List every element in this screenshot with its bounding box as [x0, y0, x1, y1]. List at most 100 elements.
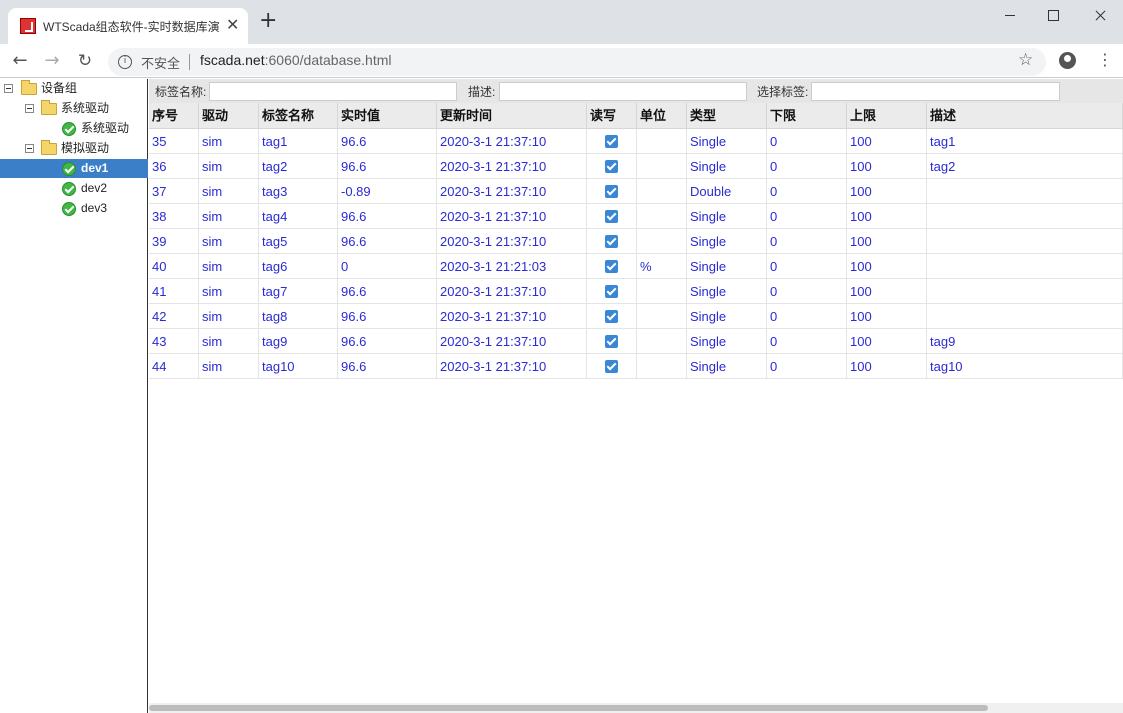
- url-text[interactable]: fscada.net:6060/database.html: [200, 52, 391, 68]
- tree-device-system[interactable]: 系统驱动: [0, 119, 148, 138]
- col-index-header[interactable]: 序号: [149, 103, 199, 129]
- col-description-cell: [927, 304, 1123, 329]
- tree-group-sim[interactable]: 模拟驱动: [0, 139, 148, 158]
- readwrite-checkbox[interactable]: [605, 260, 618, 273]
- collapse-icon[interactable]: [4, 84, 13, 93]
- col-readwrite-cell[interactable]: [587, 179, 637, 204]
- col-index-cell: 43: [149, 329, 199, 354]
- col-tag-name-cell: tag8: [259, 304, 338, 329]
- col-readwrite-cell[interactable]: [587, 129, 637, 154]
- tree-device-label: dev1: [81, 161, 109, 175]
- tree-root[interactable]: 设备组: [0, 79, 148, 98]
- readwrite-checkbox[interactable]: [605, 285, 618, 298]
- col-index-cell: 40: [149, 254, 199, 279]
- col-readwrite-cell[interactable]: [587, 329, 637, 354]
- table-row[interactable]: 35 sim tag1 96.6 2020-3-1 21:37:10 Single 0 100…: [149, 129, 1123, 154]
- col-low-limit-cell: 0: [767, 329, 847, 354]
- tree-device-label: dev2: [81, 181, 108, 195]
- menu-dots-icon[interactable]: ⋮: [1097, 50, 1113, 70]
- col-update-time-cell: 2020-3-1 21:37:10: [437, 154, 587, 179]
- col-description-cell: [927, 179, 1123, 204]
- col-unit-header[interactable]: 单位: [637, 103, 687, 129]
- table-row[interactable]: 42 sim tag8 96.6 2020-3-1 21:37:10 Single 0 100: [149, 304, 1123, 329]
- new-tab-button[interactable]: +: [259, 10, 277, 32]
- table-row[interactable]: 36 sim tag2 96.6 2020-3-1 21:37:10 Single 0 100…: [149, 154, 1123, 179]
- readwrite-checkbox[interactable]: [605, 135, 618, 148]
- horizontal-scrollbar[interactable]: [149, 703, 1123, 713]
- col-value-cell: -0.89: [338, 179, 437, 204]
- col-index-cell: 38: [149, 204, 199, 229]
- col-description-cell: tag2: [927, 154, 1123, 179]
- tree-group-system[interactable]: 系统驱动: [0, 99, 148, 118]
- readwrite-checkbox[interactable]: [605, 335, 618, 348]
- tree-device-dev1[interactable]: dev1: [0, 159, 148, 178]
- insecure-label[interactable]: 不安全: [141, 53, 180, 72]
- col-type-header[interactable]: 类型: [687, 103, 767, 129]
- collapse-icon[interactable]: [25, 104, 34, 113]
- desc-filter-input[interactable]: [499, 82, 747, 101]
- table-row[interactable]: 38 sim tag4 96.6 2020-3-1 21:37:10 Single 0 100: [149, 204, 1123, 229]
- readwrite-checkbox[interactable]: [605, 160, 618, 173]
- folder-icon: [41, 140, 57, 155]
- col-high-limit-header[interactable]: 上限: [847, 103, 927, 129]
- readwrite-checkbox[interactable]: [605, 235, 618, 248]
- forward-arrow-icon[interactable]: →: [40, 49, 64, 73]
- col-tag-name-cell: tag6: [259, 254, 338, 279]
- col-high-limit-cell: 100: [847, 329, 927, 354]
- col-readwrite-header[interactable]: 读写: [587, 103, 637, 129]
- readwrite-checkbox[interactable]: [605, 185, 618, 198]
- col-readwrite-cell[interactable]: [587, 154, 637, 179]
- tree-device-dev3[interactable]: dev3: [0, 199, 148, 218]
- col-value-header[interactable]: 实时值: [338, 103, 437, 129]
- col-description-cell: [927, 279, 1123, 304]
- table-row[interactable]: 37 sim tag3 -0.89 2020-3-1 21:37:10 Double 0 10…: [149, 179, 1123, 204]
- col-low-limit-header[interactable]: 下限: [767, 103, 847, 129]
- table-row[interactable]: 44 sim tag10 96.6 2020-3-1 21:37:10 Single 0 10…: [149, 354, 1123, 379]
- readwrite-checkbox[interactable]: [605, 360, 618, 373]
- col-description-header[interactable]: 描述: [927, 103, 1123, 129]
- col-readwrite-cell[interactable]: [587, 279, 637, 304]
- col-readwrite-cell[interactable]: [587, 204, 637, 229]
- col-update-time-header[interactable]: 更新时间: [437, 103, 587, 129]
- profile-icon[interactable]: [1059, 52, 1076, 69]
- readwrite-checkbox[interactable]: [605, 210, 618, 223]
- tab-close-icon[interactable]: ✕: [226, 15, 239, 34]
- col-readwrite-cell[interactable]: [587, 254, 637, 279]
- table-row[interactable]: 43 sim tag9 96.6 2020-3-1 21:37:10 Single 0 100…: [149, 329, 1123, 354]
- readwrite-checkbox[interactable]: [605, 310, 618, 323]
- minimize-button[interactable]: [987, 0, 1033, 30]
- col-tag-name-cell: tag9: [259, 329, 338, 354]
- col-driver-header[interactable]: 驱动: [199, 103, 259, 129]
- col-update-time-cell: 2020-3-1 21:37:10: [437, 304, 587, 329]
- table-row[interactable]: 41 sim tag7 96.6 2020-3-1 21:37:10 Single 0 100: [149, 279, 1123, 304]
- col-readwrite-cell[interactable]: [587, 354, 637, 379]
- col-value-cell: 96.6: [338, 354, 437, 379]
- tree-device-dev2[interactable]: dev2: [0, 179, 148, 198]
- collapse-icon[interactable]: [25, 144, 34, 153]
- browser-tab[interactable]: WTScada组态软件-实时数据库演 ✕: [8, 8, 248, 44]
- select-tag-filter-input[interactable]: [811, 82, 1060, 101]
- col-unit-cell: [637, 179, 687, 204]
- col-readwrite-cell[interactable]: [587, 304, 637, 329]
- table-row[interactable]: 39 sim tag5 96.6 2020-3-1 21:37:10 Single 0 100: [149, 229, 1123, 254]
- app-favicon-icon: [20, 18, 36, 34]
- maximize-button[interactable]: [1030, 0, 1076, 30]
- col-readwrite-cell[interactable]: [587, 229, 637, 254]
- table-row[interactable]: 40 sim tag6 0 2020-3-1 21:21:03% Single 0 100: [149, 254, 1123, 279]
- col-value-cell: 96.6: [338, 304, 437, 329]
- info-icon[interactable]: i: [118, 55, 132, 69]
- close-window-button[interactable]: [1077, 0, 1123, 30]
- bookmark-star-icon[interactable]: ☆: [1018, 50, 1033, 70]
- reload-icon[interactable]: ↻: [73, 49, 97, 73]
- scrollbar-thumb[interactable]: [149, 705, 988, 711]
- address-bar[interactable]: i 不安全 fscada.net:6060/database.html: [108, 48, 1046, 76]
- col-tag-name-header[interactable]: 标签名称: [259, 103, 338, 129]
- browser-toolbar: ← → ↻ i 不安全 fscada.net:6060/database.htm…: [0, 44, 1123, 78]
- col-tag-name-cell: tag10: [259, 354, 338, 379]
- back-arrow-icon[interactable]: ←: [8, 49, 32, 73]
- tag-name-filter-input[interactable]: [209, 82, 457, 101]
- page-content: 设备组 系统驱动 系统驱动 模拟驱动 dev1 dev2 dev3 标签名称: …: [0, 79, 1123, 713]
- filter-bar: 标签名称: 描述: 选择标签:: [149, 79, 1123, 103]
- col-index-cell: 37: [149, 179, 199, 204]
- col-driver-cell: sim: [199, 254, 259, 279]
